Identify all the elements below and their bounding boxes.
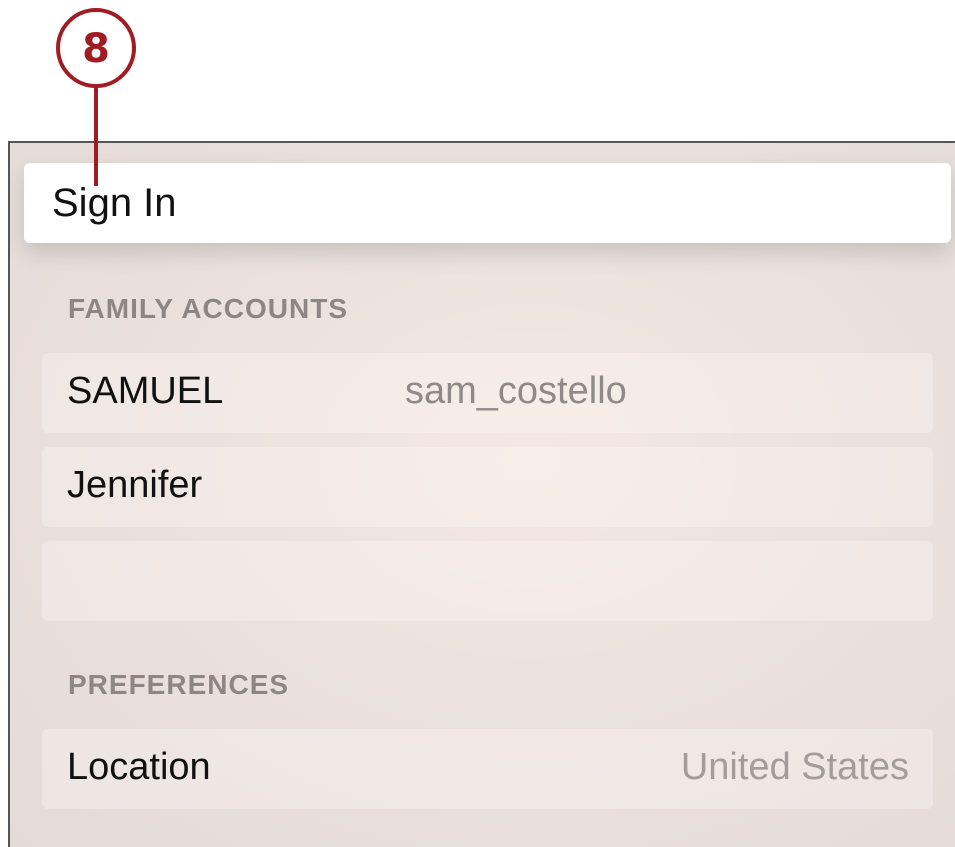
sign-in-button[interactable]: Sign In bbox=[24, 163, 951, 243]
preference-label: Location bbox=[67, 746, 211, 788]
account-name: SAMUEL bbox=[67, 370, 224, 412]
preferences-header: PREFERENCES bbox=[68, 669, 290, 700]
account-name: Jennifer bbox=[67, 464, 203, 506]
preference-value: United States bbox=[680, 746, 909, 788]
family-account-row-empty[interactable] bbox=[42, 541, 933, 621]
family-accounts-header: FAMILY ACCOUNTS bbox=[68, 293, 348, 324]
family-account-row-jennifer[interactable]: Jennifer bbox=[42, 447, 933, 527]
family-account-row-samuel[interactable]: SAMUEL sam_costello bbox=[42, 353, 933, 433]
callout-badge: 8 bbox=[56, 8, 136, 88]
callout-pointer-line bbox=[94, 86, 98, 186]
account-settings-screen: Sign In FAMILY ACCOUNTS SAMUEL sam_coste… bbox=[8, 141, 955, 847]
sign-in-label: Sign In bbox=[52, 181, 177, 225]
callout-number: 8 bbox=[82, 26, 110, 72]
account-username: sam_costello bbox=[405, 370, 627, 412]
preference-row-location[interactable]: Location United States bbox=[42, 729, 933, 809]
